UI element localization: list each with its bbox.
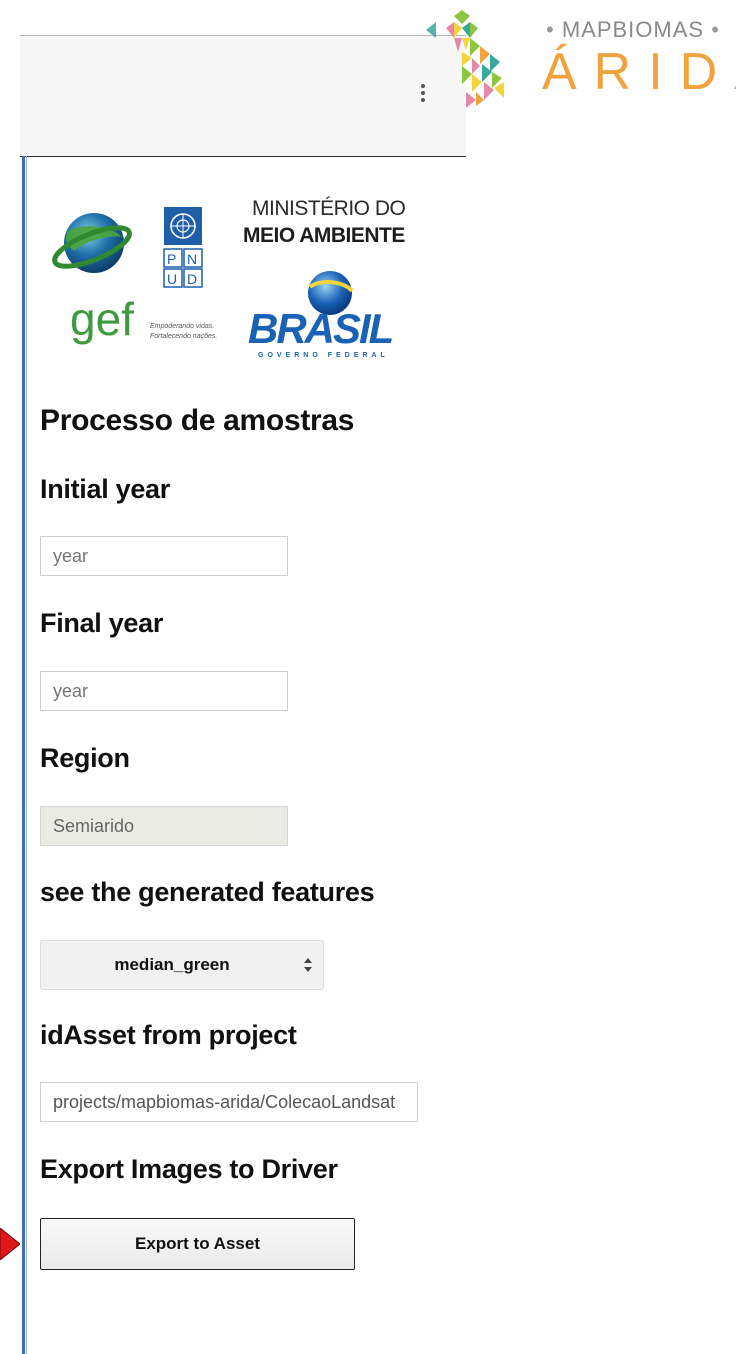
- panel-border-inner: [26, 156, 27, 1354]
- export-to-asset-button[interactable]: Export to Asset: [40, 1218, 355, 1270]
- up-down-arrows-icon: [304, 958, 312, 972]
- panel-toolbar: [20, 35, 466, 157]
- brand-subtitle: • MAPBIOMAS •: [546, 17, 720, 43]
- export-label: Export Images to Driver: [40, 1154, 338, 1184]
- final-year-input[interactable]: [40, 671, 288, 711]
- region-input[interactable]: [40, 806, 288, 846]
- brasil-subtext: GOVERNO FEDERAL: [258, 352, 389, 359]
- ministry-line-2: MEIO AMBIENTE: [243, 224, 405, 247]
- pnud-letter-p: P: [167, 251, 176, 267]
- pnud-letter-d: D: [187, 271, 197, 287]
- gef-logo: gef: [52, 213, 134, 345]
- app-root: • MAPBIOMAS • ÁRIDA: [0, 0, 736, 1354]
- brasil-logo: BRASIL GOVERNO FEDERAL: [248, 271, 395, 359]
- region-label: Region: [40, 743, 130, 773]
- features-label: see the generated features: [40, 877, 375, 907]
- features-select-value: median_green: [114, 955, 230, 974]
- brand-subtitle-name: MAPBIOMAS: [561, 17, 705, 42]
- pointer-arrow-icon: [0, 1228, 20, 1260]
- ministry-line-1: MINISTÉRIO DO: [252, 197, 406, 220]
- asset-label: idAsset from project: [40, 1020, 297, 1050]
- pnud-caption-line-1: Empoderando vidas.: [150, 323, 215, 330]
- pnud-letter-u: U: [167, 271, 177, 287]
- brand-title: ÁRIDA: [542, 43, 736, 101]
- mapbiomas-logo-icon: [426, 10, 504, 108]
- brand-dot-right: •: [711, 17, 720, 42]
- panel-title: Processo de amostras: [40, 404, 355, 437]
- brasil-text: BRASIL: [248, 305, 393, 352]
- gef-text: gef: [70, 293, 134, 345]
- pnud-letter-n: N: [187, 251, 197, 267]
- pnud-logo: P N U D: [163, 207, 203, 288]
- pnud-caption-line-2: Fortalecendo nações.: [150, 333, 218, 340]
- initial-year-label: Initial year: [40, 474, 170, 504]
- pnud-caption: Empoderando vidas. Fortalecendo nações.: [150, 322, 217, 342]
- initial-year-input[interactable]: [40, 536, 288, 576]
- panel-border: [22, 156, 25, 1354]
- asset-input[interactable]: [40, 1082, 418, 1122]
- final-year-label: Final year: [40, 608, 164, 638]
- brand-dot-left: •: [546, 17, 555, 42]
- features-select[interactable]: median_green: [40, 940, 324, 990]
